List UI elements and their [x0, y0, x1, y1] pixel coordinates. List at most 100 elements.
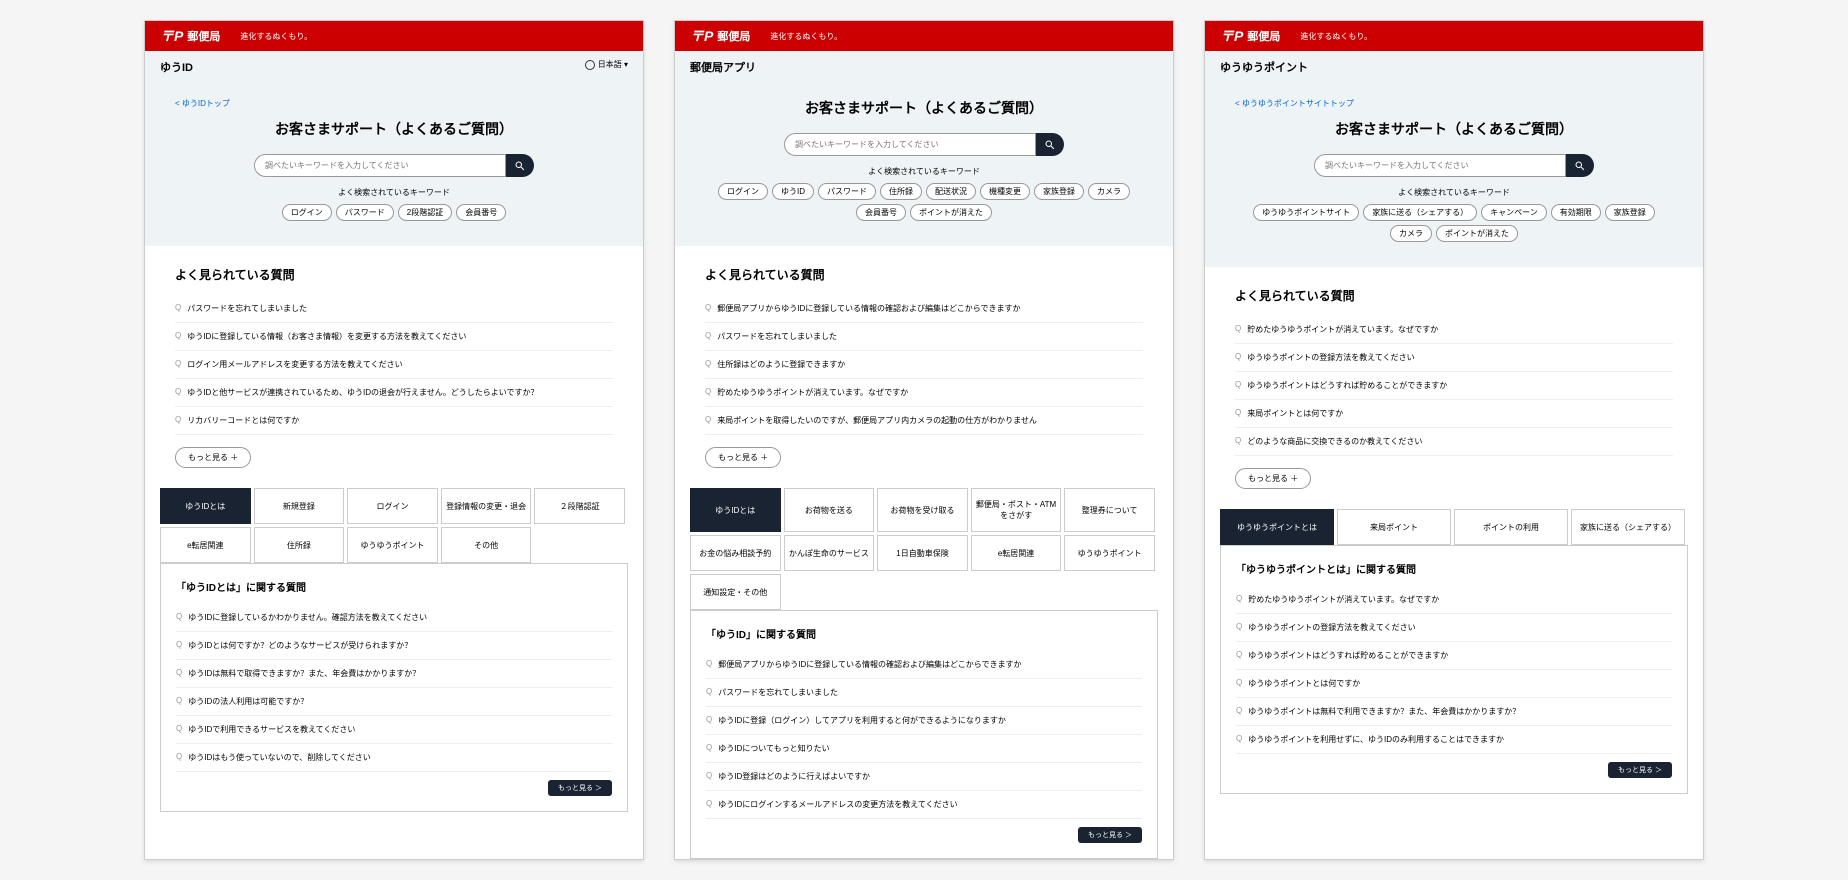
- tab-7[interactable]: 1日自動車保険: [877, 535, 968, 571]
- language-selector[interactable]: 日本語 ▾: [585, 59, 628, 70]
- tab-2[interactable]: お荷物を受け取る: [877, 488, 968, 532]
- more-button-dark[interactable]: もっと見る ＞: [1608, 762, 1672, 778]
- tab-8[interactable]: その他: [441, 527, 532, 563]
- tab-3[interactable]: 家族に送る（シェアする）: [1571, 509, 1685, 545]
- search-button[interactable]: [1036, 133, 1064, 156]
- faq-item[interactable]: Qパスワードを忘れてしまいました: [705, 323, 1143, 351]
- tab-q-item[interactable]: Q貯めたゆうゆうポイントが消えています。なぜですか: [1236, 586, 1672, 614]
- faq-item[interactable]: Q貯めたゆうゆうポイントが消えています。なぜですか: [1235, 316, 1673, 344]
- tab-q-item[interactable]: Qゆうゆうポイントとは何ですか: [1236, 670, 1672, 698]
- tab-q-item[interactable]: Qゆうゆうポイントの登録方法を教えてください: [1236, 614, 1672, 642]
- faq-item[interactable]: Qどのような商品に交換できるのか教えてください: [1235, 428, 1673, 456]
- faq-item[interactable]: Q来局ポイントとは何ですか: [1235, 400, 1673, 428]
- keyword-pill[interactable]: ポイントが消えた: [910, 204, 992, 221]
- search-input[interactable]: [1314, 154, 1566, 177]
- keyword-pill[interactable]: 2段階認証: [398, 204, 452, 221]
- tab-q-text: ゆうIDとは何ですか？どのようなサービスが受けられますか？: [188, 640, 412, 651]
- tab-7[interactable]: ゆうゆうポイント: [347, 527, 438, 563]
- faq-item[interactable]: Qパスワードを忘れてしまいました: [175, 295, 613, 323]
- keyword-pill[interactable]: カメラ: [1088, 183, 1130, 200]
- tab-10[interactable]: 通知設定・その他: [690, 574, 781, 610]
- tab-q-item[interactable]: Qゆうゆうポイントを利用せずに、ゆうIDのみ利用することはできますか: [1236, 726, 1672, 754]
- tab-3[interactable]: 登録情報の変更・退会: [441, 488, 532, 524]
- q-icon: Q: [1235, 380, 1241, 391]
- faq-item[interactable]: Q郵便局アプリからゆうIDに登録している情報の確認および編集はどこからできますか: [705, 295, 1143, 323]
- keyword-pill[interactable]: 機種変更: [980, 183, 1030, 200]
- breadcrumb[interactable]: < ゆうIDトップ: [175, 98, 613, 109]
- tab-2[interactable]: ログイン: [347, 488, 438, 524]
- tab-3[interactable]: 郵便局・ポスト・ATMをさがす: [971, 488, 1062, 532]
- more-button[interactable]: もっと見る ＋: [1235, 468, 1311, 489]
- tab-q-item[interactable]: QゆうIDにログインするメールアドレスの変更方法を教えてください: [706, 791, 1142, 819]
- faq-item[interactable]: Q貯めたゆうゆうポイントが消えています。なぜですか: [705, 379, 1143, 407]
- keyword-pill[interactable]: 家族登録: [1605, 204, 1655, 221]
- search-button[interactable]: [1566, 154, 1594, 177]
- keyword-pill[interactable]: カメラ: [1390, 225, 1432, 242]
- tab-9[interactable]: ゆうゆうポイント: [1064, 535, 1155, 571]
- tab-1[interactable]: お荷物を送る: [784, 488, 875, 532]
- tab-q-item[interactable]: QゆうIDは無料で取得できますか？また、年会費はかかりますか？: [176, 660, 612, 688]
- search-input[interactable]: [254, 154, 506, 177]
- faq-item[interactable]: Qゆうゆうポイントはどうすれば貯めることができますか: [1235, 372, 1673, 400]
- breadcrumb[interactable]: < ゆうゆうポイントサイトトップ: [1235, 98, 1673, 109]
- keyword-pill[interactable]: ログイン: [282, 204, 332, 221]
- keyword-pill[interactable]: 家族に送る（シェアする）: [1363, 204, 1477, 221]
- tab-q-item[interactable]: Qゆうゆうポイントは無料で利用できますか？また、年会費はかかりますか？: [1236, 698, 1672, 726]
- tab-2[interactable]: ポイントの利用: [1454, 509, 1568, 545]
- faq-item[interactable]: Qログイン用メールアドレスを変更する方法を教えてください: [175, 351, 613, 379]
- tab-q-item[interactable]: Qパスワードを忘れてしまいました: [706, 679, 1142, 707]
- tab-0[interactable]: ゆうIDとは: [160, 488, 251, 524]
- faq-item[interactable]: Q来局ポイントを取得したいのですが、郵便局アプリ内カメラの起動の仕方がわかりませ…: [705, 407, 1143, 435]
- faq-item[interactable]: QゆうIDと他サービスが連携されているため、ゆうIDの退会が行えません。どうした…: [175, 379, 613, 407]
- tab-6[interactable]: かんぽ生命のサービス: [784, 535, 875, 571]
- tab-q-item[interactable]: QゆうIDはもう使っていないので、削除してください: [176, 744, 612, 772]
- tab-4[interactable]: ２段階認証: [534, 488, 625, 524]
- tab-1[interactable]: 新規登録: [254, 488, 345, 524]
- search-button[interactable]: [506, 154, 534, 177]
- tab-q-item[interactable]: Qゆうゆうポイントはどうすれば貯めることができますか: [1236, 642, 1672, 670]
- more-button[interactable]: もっと見る ＋: [175, 447, 251, 468]
- logo: 〒P郵便局: [690, 26, 750, 46]
- category-tabs: ゆうIDとは新規登録ログイン登録情報の変更・退会２段階認証 e転居関連住所録ゆうゆ…: [145, 488, 643, 563]
- tab-q-item[interactable]: QゆうIDで利用できるサービスを教えてください: [176, 716, 612, 744]
- keyword-pill[interactable]: 配送状況: [926, 183, 976, 200]
- tab-q-item[interactable]: QゆうIDに登録（ログイン）してアプリを利用すると何ができるようになりますか: [706, 707, 1142, 735]
- faq-item[interactable]: QゆうIDに登録している情報（お客さま情報）を変更する方法を教えてください: [175, 323, 613, 351]
- tab-q-item[interactable]: QゆうIDとは何ですか？どのようなサービスが受けられますか？: [176, 632, 612, 660]
- search-input[interactable]: [784, 133, 1036, 156]
- tab-1[interactable]: 来局ポイント: [1337, 509, 1451, 545]
- faq-item[interactable]: Q住所録はどのように登録できますか: [705, 351, 1143, 379]
- keyword-pill[interactable]: キャンペーン: [1481, 204, 1547, 221]
- keyword-pill[interactable]: ゆうID: [772, 183, 814, 200]
- keyword-pill[interactable]: パスワード: [336, 204, 394, 221]
- keyword-pill[interactable]: 住所録: [880, 183, 922, 200]
- tab-0[interactable]: ゆうIDとは: [690, 488, 781, 532]
- tab-0[interactable]: ゆうゆうポイントとは: [1220, 509, 1334, 545]
- keyword-pill[interactable]: パスワード: [818, 183, 876, 200]
- tab-q-item[interactable]: QゆうIDについてもっと知りたい: [706, 735, 1142, 763]
- tab-5[interactable]: e転居関連: [160, 527, 251, 563]
- tab-q-item[interactable]: Q郵便局アプリからゆうIDに登録している情報の確認および編集はどこからできますか: [706, 651, 1142, 679]
- faq-text: どのような商品に交換できるのか教えてください: [1247, 436, 1422, 447]
- more-button[interactable]: もっと見る ＋: [705, 447, 781, 468]
- tab-q-item[interactable]: QゆうIDの法人利用は可能ですか？: [176, 688, 612, 716]
- q-icon: Q: [175, 415, 181, 426]
- search-icon: [514, 160, 526, 172]
- tab-8[interactable]: e転居関連: [971, 535, 1062, 571]
- faq-item[interactable]: Qゆうゆうポイントの登録方法を教えてください: [1235, 344, 1673, 372]
- tab-6[interactable]: 住所録: [254, 527, 345, 563]
- keyword-pill[interactable]: ログイン: [718, 183, 768, 200]
- keyword-pill[interactable]: 会員番号: [456, 204, 506, 221]
- faq-item[interactable]: Qリカバリーコードとは何ですか: [175, 407, 613, 435]
- keyword-pill[interactable]: 会員番号: [856, 204, 906, 221]
- keyword-pill[interactable]: ポイントが消えた: [1436, 225, 1518, 242]
- more-button-dark[interactable]: もっと見る ＞: [548, 780, 612, 796]
- more-button-dark[interactable]: もっと見る ＞: [1078, 827, 1142, 843]
- tab-5[interactable]: お金の悩み相談予約: [690, 535, 781, 571]
- keyword-pill[interactable]: 家族登録: [1034, 183, 1084, 200]
- tab-4[interactable]: 整理券について: [1064, 488, 1155, 532]
- tab-q-item[interactable]: QゆうID登録はどのように行えばよいですか: [706, 763, 1142, 791]
- keyword-pill[interactable]: 有効期限: [1551, 204, 1601, 221]
- tab-q-item[interactable]: QゆうIDに登録しているかわかりません。確認方法を教えてください: [176, 604, 612, 632]
- keyword-pill[interactable]: ゆうゆうポイントサイト: [1253, 204, 1359, 221]
